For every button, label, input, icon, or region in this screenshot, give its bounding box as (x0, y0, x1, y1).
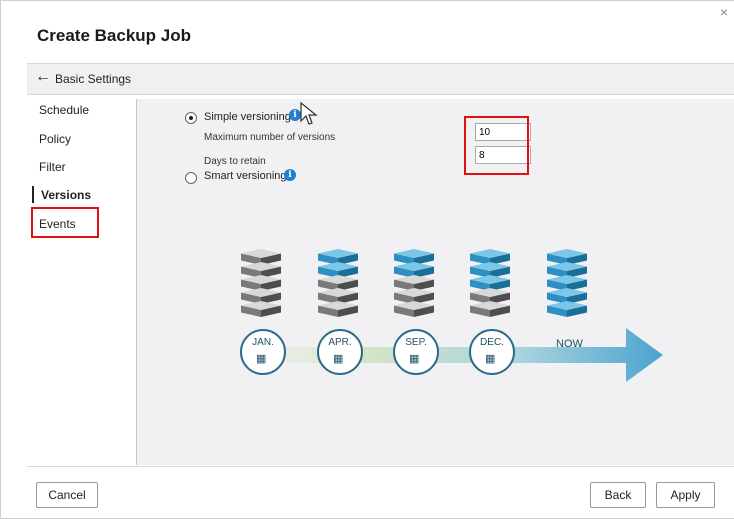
calendar-icon: ▦ (409, 353, 420, 365)
month-marker: SEP. ▦ (393, 329, 439, 375)
server-stack-icon (470, 249, 510, 317)
server-stack-icon (241, 249, 281, 317)
month-label: SEP. (405, 337, 427, 348)
server-stack-icon (547, 249, 587, 317)
back-button[interactable]: Back (590, 482, 646, 508)
mouse-cursor-icon (300, 101, 318, 125)
month-label: DEC. (480, 337, 504, 348)
calendar-icon: ▦ (485, 353, 496, 365)
month-marker: JAN. ▦ (240, 329, 286, 375)
server-stack-icon (394, 249, 434, 317)
cancel-button[interactable]: Cancel (36, 482, 98, 508)
apply-button[interactable]: Apply (656, 482, 715, 508)
create-backup-job-dialog: × Create Backup Job ← Basic Settings Sch… (0, 0, 734, 519)
versioning-illustration (189, 249, 663, 382)
month-marker: DEC. ▦ (469, 329, 515, 375)
calendar-icon: ▦ (256, 353, 267, 365)
calendar-icon: ▦ (333, 353, 344, 365)
month-label: JAN. (252, 337, 274, 348)
month-label: APR. (328, 337, 352, 348)
month-marker: APR. ▦ (317, 329, 363, 375)
server-stack-icon (318, 249, 358, 317)
now-label: NOW (556, 338, 583, 350)
divider (27, 466, 734, 467)
